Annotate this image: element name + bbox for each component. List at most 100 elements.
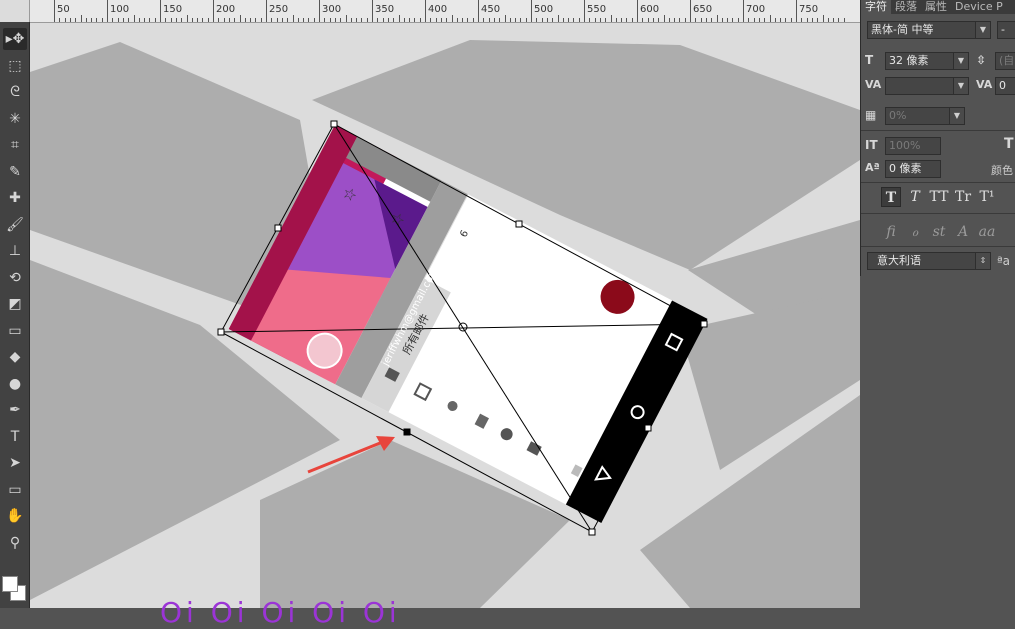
document-canvas[interactable]: ☆ ☆ jeriffwhm@gmail.com 所有邮件 6 (30, 23, 860, 608)
ruler-minor-tick (75, 18, 77, 22)
history-brush-tool-icon[interactable]: ⟲ (3, 267, 27, 289)
ruler-label: 50 (57, 4, 70, 15)
ruler-minor-tick (175, 18, 177, 22)
baseline-shift-field[interactable]: 0 像素 (885, 160, 941, 178)
ruler-minor-tick (679, 18, 681, 22)
tracking-field[interactable]: 0 (995, 77, 1015, 95)
ruler-minor-tick (668, 18, 670, 22)
ruler-minor-tick (271, 18, 273, 22)
ruler-minor-tick (440, 18, 442, 22)
ligatures-button[interactable]: fi (881, 222, 901, 242)
ruler-minor-tick (340, 18, 342, 22)
ruler-minor-tick (599, 18, 601, 22)
all-caps-button[interactable]: TT (929, 187, 949, 207)
ruler-minor-tick (509, 18, 511, 22)
font-style-select[interactable]: - (997, 21, 1015, 39)
magic-wand-tool-icon[interactable]: ✳ (3, 108, 27, 130)
ruler-minor-tick (700, 18, 702, 22)
ruler-minor-tick (218, 18, 220, 22)
ruler-minor-tick (260, 18, 262, 22)
transform-handle-top-mid (515, 220, 523, 228)
lasso-tool-icon[interactable]: ᘓ (3, 81, 27, 103)
ruler-minor-tick (202, 18, 204, 22)
ruler-minor-tick (711, 18, 713, 22)
faux-italic-button[interactable]: T (905, 187, 925, 207)
font-size-field[interactable]: 32 像素 ▼ (885, 52, 969, 70)
ruler-minor-tick (165, 18, 167, 22)
pen-tool-icon[interactable]: ✒ (3, 399, 27, 421)
ruler-minor-tick (769, 15, 771, 22)
stamp-tool-icon[interactable]: ⊥ (3, 240, 27, 262)
tab-properties[interactable]: 属性 (921, 0, 951, 14)
discretionary-ligatures-button[interactable]: st (929, 222, 949, 242)
rectangle-tool-icon[interactable]: ▭ (3, 479, 27, 501)
language-select[interactable]: 意大利语 ⇕ (867, 252, 991, 270)
ruler-minor-tick (467, 18, 469, 22)
ruler-minor-tick (568, 18, 570, 22)
titling-alternates-button[interactable]: aa (977, 222, 997, 242)
tab-device-preview[interactable]: Device P (951, 0, 1007, 14)
ruler-minor-tick (144, 18, 146, 22)
font-family-select[interactable]: 黑体-简 中等 ▼ (867, 21, 991, 39)
hand-tool-icon[interactable]: ✋ (3, 505, 27, 527)
small-caps-button[interactable]: Tr (953, 187, 973, 207)
ruler-minor-tick (462, 18, 464, 22)
brush-tool-icon[interactable]: 🖌 (3, 214, 27, 236)
ruler-minor-tick (541, 18, 543, 22)
ruler-minor-tick (80, 15, 82, 22)
ruler-minor-tick (276, 18, 278, 22)
swash-button[interactable]: A (953, 222, 973, 242)
ruler-minor-tick (361, 18, 363, 22)
ruler-minor-tick (695, 18, 697, 22)
ruler-minor-tick (456, 18, 458, 22)
vertical-scale-field[interactable]: 100% (885, 137, 941, 155)
ruler-minor-tick (435, 18, 437, 22)
blur-tool-icon[interactable]: ◆ (3, 346, 27, 368)
crop-tool-icon[interactable]: ⌗ (3, 134, 27, 156)
ruler-minor-tick (96, 18, 98, 22)
ruler-minor-tick (366, 18, 368, 22)
ruler-minor-tick (324, 18, 326, 22)
faux-bold-button[interactable]: T (881, 187, 901, 207)
antialias-icon: ªa (997, 254, 1011, 268)
ruler-label: 150 (163, 4, 183, 15)
ruler-minor-tick (652, 18, 654, 22)
marquee-tool-icon[interactable]: ⬚ (3, 55, 27, 77)
ruler-minor-tick (552, 18, 554, 22)
kerning-field[interactable]: ▼ (885, 77, 969, 95)
ruler-minor-tick (403, 18, 405, 22)
ruler-minor-tick (451, 15, 453, 22)
ruler-minor-tick (546, 18, 548, 22)
ruler-label: 750 (799, 4, 819, 15)
tab-character[interactable]: 字符 (861, 0, 891, 14)
ruler-tick (372, 0, 373, 22)
font-style-value: - (1001, 23, 1005, 36)
old-style-button[interactable]: ℴ (905, 222, 925, 242)
foreground-color-swatch[interactable] (2, 576, 18, 592)
dodge-tool-icon[interactable]: ● (3, 373, 27, 395)
ruler-minor-tick (91, 18, 93, 22)
ruler-minor-tick (785, 18, 787, 22)
move-tool-icon[interactable]: ▸✥ (3, 28, 27, 50)
healing-brush-tool-icon[interactable]: ✚ (3, 187, 27, 209)
ruler-minor-tick (647, 18, 649, 22)
ruler-minor-tick (255, 18, 257, 22)
transform-handle-bottom-left (217, 328, 225, 336)
scale-field[interactable]: 0% ▼ (885, 107, 965, 125)
tab-paragraph[interactable]: 段落 (891, 0, 921, 14)
ruler-minor-tick (149, 18, 151, 22)
eraser-tool-icon[interactable]: ◩ (3, 293, 27, 315)
path-selection-tool-icon[interactable]: ➤ (3, 452, 27, 474)
gradient-tool-icon[interactable]: ▭ (3, 320, 27, 342)
zoom-tool-icon[interactable]: ⚲ (3, 532, 27, 554)
superscript-button[interactable]: T¹ (977, 187, 997, 207)
type-tool-icon[interactable]: T (3, 426, 27, 448)
eyedropper-tool-icon[interactable]: ✎ (3, 161, 27, 183)
ruler-minor-tick (674, 18, 676, 22)
leading-field[interactable]: (自 (995, 52, 1015, 70)
ruler-label: 350 (375, 4, 395, 15)
ruler-minor-tick (833, 18, 835, 22)
ruler-minor-tick (313, 18, 315, 22)
ruler-minor-tick (790, 18, 792, 22)
ruler-minor-tick (287, 18, 289, 22)
